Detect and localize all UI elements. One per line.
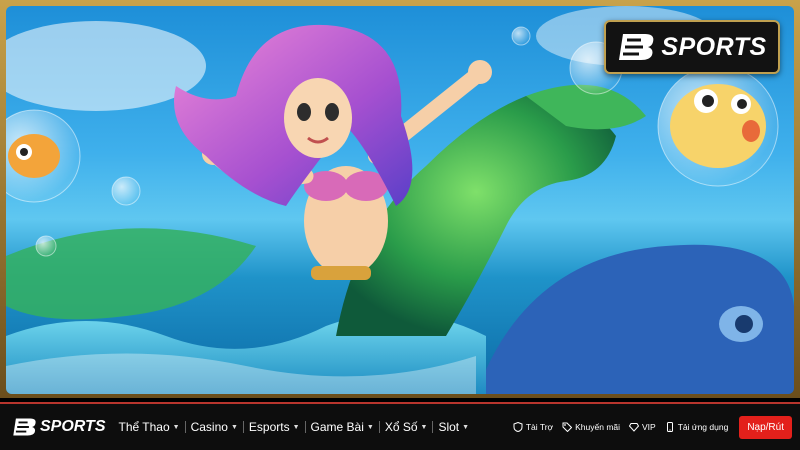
shield-heart-icon xyxy=(513,422,523,432)
brand-b-icon xyxy=(13,418,36,436)
menu-item-label: Esports xyxy=(248,420,290,434)
app-download-label: Tải ứng dụng xyxy=(677,422,729,432)
sponsor-link[interactable]: Tài Trợ xyxy=(513,422,553,432)
hero-banner[interactable]: SPORTS xyxy=(6,6,794,394)
vip-label: VIP xyxy=(642,422,656,432)
menu-item-game-bai[interactable]: Game Bài ▼ xyxy=(306,420,379,434)
menu-item-label: Thể Thao xyxy=(118,420,170,434)
menu-item-label: Casino xyxy=(190,420,228,434)
nav-brand-name: SPORTS xyxy=(40,418,106,435)
brand-logo-badge[interactable]: SPORTS xyxy=(604,20,780,74)
menu-item-casino[interactable]: Casino ▼ xyxy=(186,420,243,434)
menu-item-esports[interactable]: Esports ▼ xyxy=(244,420,305,434)
caret-down-icon: ▼ xyxy=(292,423,300,431)
nav-brand-logo[interactable]: SPORTS xyxy=(12,417,106,437)
bottom-navbar: SPORTS Thể Thao ▼ Casino ▼ Esports ▼ Game B… xyxy=(0,402,800,450)
menu-item-the-thao[interactable]: Thể Thao ▼ xyxy=(114,420,185,434)
deposit-withdraw-button[interactable]: Nạp/Rút xyxy=(739,415,792,439)
menu-item-xo-so[interactable]: Xổ Số ▼ xyxy=(380,420,433,434)
main-menu: Thể Thao ▼ Casino ▼ Esports ▼ Game Bài ▼ Xổ … xyxy=(114,420,475,434)
app-download-link[interactable]: Tải ứng dụng xyxy=(665,422,729,432)
caret-down-icon: ▼ xyxy=(172,423,180,431)
caret-down-icon: ▼ xyxy=(462,423,470,431)
menu-item-label: Slot xyxy=(438,420,460,434)
menu-item-label: Game Bài xyxy=(310,420,364,434)
diamond-icon xyxy=(629,423,640,432)
menu-item-slot[interactable]: Slot ▼ xyxy=(433,420,474,434)
caret-down-icon: ▼ xyxy=(420,423,428,431)
tag-icon xyxy=(562,422,573,432)
vip-link[interactable]: VIP xyxy=(629,422,656,432)
brand-name: SPORTS xyxy=(661,32,767,61)
promo-link[interactable]: Khuyến mãi xyxy=(562,422,620,432)
caret-down-icon: ▼ xyxy=(230,423,238,431)
caret-down-icon: ▼ xyxy=(366,423,374,431)
phone-icon xyxy=(666,422,673,432)
sponsor-label: Tài Trợ xyxy=(525,422,554,432)
promo-label: Khuyến mãi xyxy=(575,422,621,432)
brand-b-icon xyxy=(619,34,654,60)
nav-right-links: Tài Trợ Khuyến mãi VIP Tải ứng dụng Nạp/… xyxy=(513,415,792,439)
menu-item-label: Xổ Số xyxy=(384,420,418,434)
